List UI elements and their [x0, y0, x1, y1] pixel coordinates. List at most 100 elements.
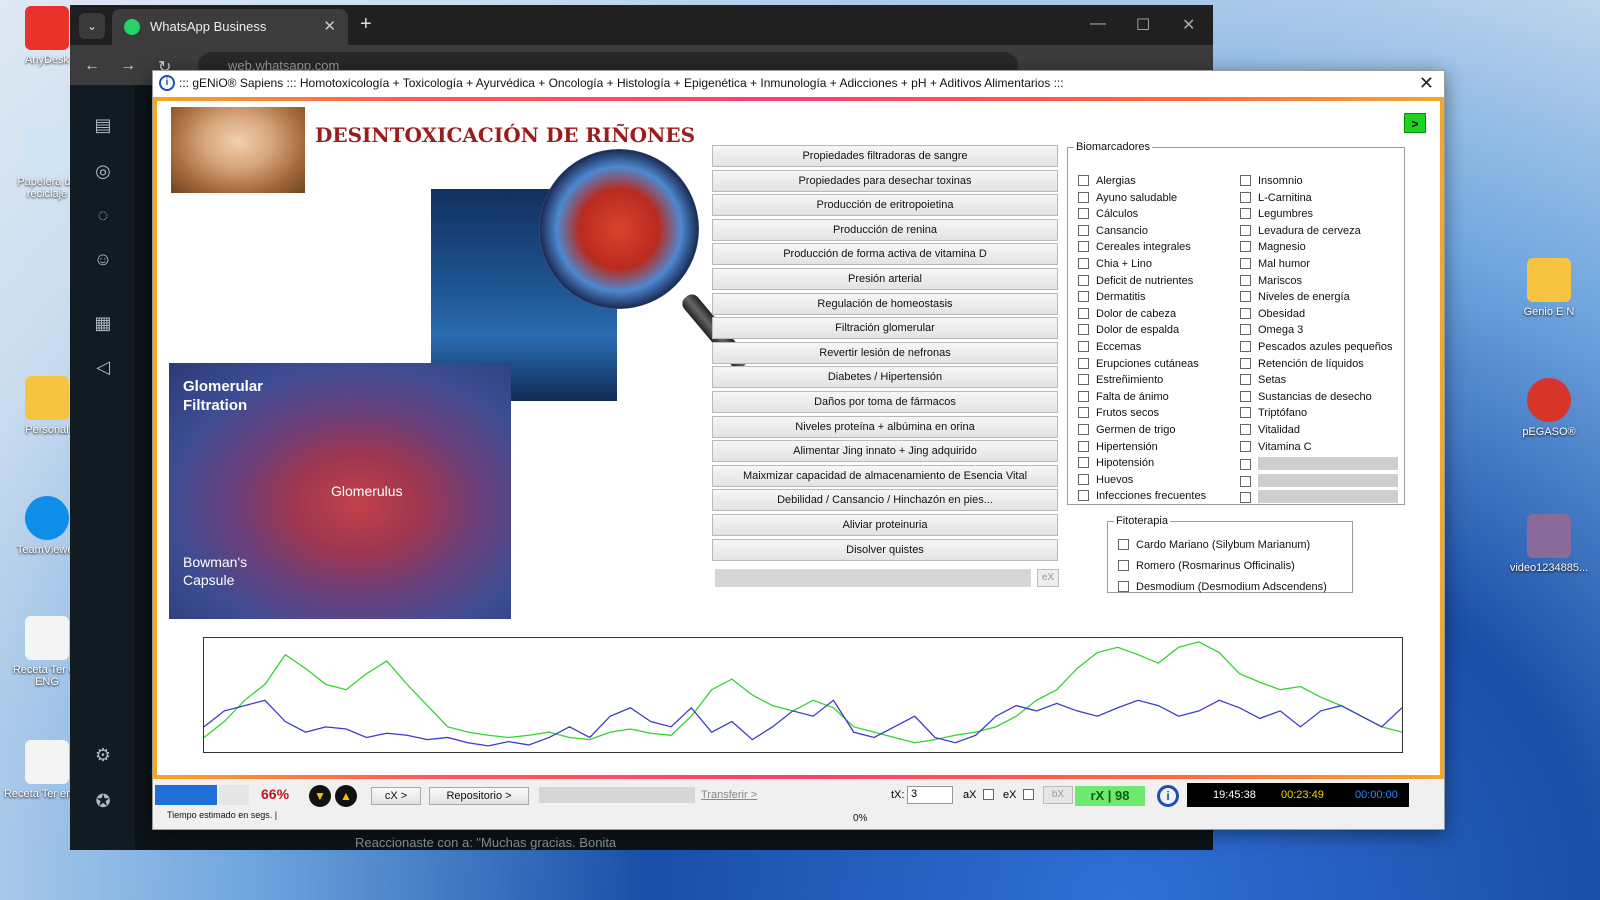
checkbox-item[interactable]: Erupciones cutáneas	[1078, 357, 1199, 372]
status-icon[interactable]: ◎	[90, 161, 116, 187]
checkbox[interactable]	[1078, 307, 1089, 319]
checkbox[interactable]	[1078, 241, 1089, 253]
checkbox-item[interactable]: Pescados azules pequeños	[1240, 341, 1393, 355]
checkbox[interactable]	[1118, 539, 1129, 550]
checkbox-item[interactable]: Mariscos	[1240, 274, 1302, 289]
next-button[interactable]: >	[1404, 113, 1426, 133]
checkbox[interactable]	[1240, 424, 1251, 435]
property-button[interactable]: Diabetes / Hipertensión	[712, 366, 1058, 389]
checkbox[interactable]	[1240, 241, 1251, 253]
checkbox[interactable]	[1240, 492, 1251, 504]
back-button[interactable]: ←	[84, 57, 100, 75]
property-button[interactable]: Propiedades filtradoras de sangre	[712, 145, 1058, 167]
desktop-icon-pegaso[interactable]: pEGASO®	[1504, 378, 1594, 438]
property-button[interactable]: Alimentar Jing innato + Jing adquirido	[712, 440, 1058, 463]
checkbox-item[interactable]: Triptófano	[1240, 407, 1307, 421]
close-icon[interactable]: ✕	[1419, 73, 1434, 94]
checkbox[interactable]	[1240, 390, 1251, 402]
checkbox-item[interactable]: Sustancias de desecho	[1240, 390, 1372, 405]
checkbox-item[interactable]: Huevos	[1078, 473, 1133, 488]
chat-preview[interactable]: Reaccionaste con a: "Muchas gracias. Bon…	[355, 835, 616, 850]
property-button[interactable]: Producción de renina	[712, 218, 1058, 241]
checkbox-item[interactable]: Deficit de nutrientes	[1078, 274, 1193, 289]
checkbox-item[interactable]: Mal humor	[1240, 258, 1310, 272]
checkbox-item[interactable]: Chia + Lino	[1078, 258, 1152, 272]
checkbox-item[interactable]: Romero (Rosmarinus Officinalis)	[1118, 560, 1295, 574]
checkbox-item[interactable]: Vitalidad	[1240, 424, 1300, 438]
minimize-button[interactable]: —	[1090, 15, 1106, 33]
checkbox-item[interactable]: Cereales integrales	[1078, 241, 1191, 255]
ex-checkbox[interactable]	[1023, 789, 1034, 800]
checkbox[interactable]	[1118, 581, 1129, 592]
checkbox[interactable]	[1078, 341, 1089, 352]
checkbox[interactable]	[1078, 390, 1089, 402]
checkbox[interactable]	[1240, 291, 1251, 303]
property-button[interactable]: Disolver quistes	[712, 538, 1058, 561]
checkbox-item[interactable]: Desmodium (Desmodium Adscendens)	[1118, 581, 1327, 595]
close-tab-icon[interactable]: ✕	[323, 17, 336, 35]
chats-icon[interactable]: ▤	[90, 115, 116, 141]
checkbox-item[interactable]: Dolor de cabeza	[1078, 307, 1176, 322]
checkbox-item[interactable]: Hipotensión	[1078, 457, 1154, 471]
property-button[interactable]: Producción de forma activa de vitamina D	[712, 243, 1058, 266]
accessibility-icon[interactable]: ✪	[90, 791, 116, 817]
ex-input-bar[interactable]	[715, 569, 1031, 587]
checkbox-item[interactable]: Omega 3	[1240, 324, 1303, 338]
checkbox[interactable]	[1240, 191, 1251, 203]
checkbox-item[interactable]: Eccemas	[1078, 341, 1141, 355]
checkbox-item[interactable]: Hipertensión	[1078, 440, 1158, 455]
transfer-field[interactable]	[539, 787, 695, 803]
checkbox[interactable]	[1078, 424, 1089, 435]
desktop-icon-video[interactable]: video1234885...	[1504, 514, 1594, 574]
property-button[interactable]: Niveles proteína + albúmina en orina	[712, 415, 1058, 438]
checkbox-item[interactable]	[1240, 490, 1398, 504]
checkbox-item[interactable]	[1240, 473, 1398, 488]
advertise-icon[interactable]: ◁	[90, 357, 116, 383]
close-window-button[interactable]: ✕	[1182, 15, 1195, 35]
info-icon[interactable]: i	[1157, 785, 1179, 807]
checkbox-item[interactable]: Germen de trigo	[1078, 424, 1175, 438]
bx-button[interactable]: bX	[1043, 786, 1073, 804]
checkbox[interactable]	[1118, 560, 1129, 571]
ax-checkbox[interactable]	[983, 789, 994, 800]
checkbox-item[interactable]: Retención de líquidos	[1240, 357, 1364, 372]
checkbox[interactable]	[1078, 208, 1089, 220]
checkbox-item[interactable]: Cardo Mariano (Silybum Marianum)	[1118, 539, 1310, 553]
checkbox[interactable]	[1240, 374, 1251, 386]
checkbox-item[interactable]: Legumbres	[1240, 208, 1313, 222]
repositorio-button[interactable]: Repositorio >	[429, 787, 529, 805]
checkbox[interactable]	[1078, 457, 1089, 469]
property-button[interactable]: Debilidad / Cansancio / Hinchazón en pie…	[712, 489, 1058, 512]
checkbox[interactable]	[1240, 274, 1251, 286]
checkbox-item[interactable]: Magnesio	[1240, 241, 1306, 255]
tab-whatsapp[interactable]: WhatsApp Business ✕	[112, 9, 348, 45]
desktop-icon-genio[interactable]: Genio E N	[1504, 258, 1594, 318]
checkbox-item[interactable]: Setas	[1240, 374, 1286, 388]
checkbox-item[interactable]: L-Carnitina	[1240, 191, 1312, 206]
checkbox[interactable]	[1078, 291, 1089, 303]
property-button[interactable]: Revertir lesión de nefronas	[712, 341, 1058, 364]
checkbox-item[interactable]: Infecciones frecuentes	[1078, 490, 1206, 504]
ex-button[interactable]: eX	[1037, 569, 1059, 587]
checkbox[interactable]	[1240, 357, 1251, 369]
channels-icon[interactable]: ◌	[90, 205, 116, 231]
checkbox-item[interactable]: Dermatitis	[1078, 291, 1146, 305]
checkbox[interactable]	[1240, 440, 1251, 452]
cx-button[interactable]: cX >	[371, 787, 421, 805]
checkbox[interactable]	[1078, 274, 1089, 286]
checkbox-item[interactable]: Frutos secos	[1078, 407, 1159, 421]
tx-stepper[interactable]: 3	[907, 786, 953, 804]
checkbox-item[interactable]: Cálculos	[1078, 208, 1138, 222]
checkbox-item[interactable]: Vitamina C	[1240, 440, 1312, 455]
checkbox-item[interactable]: Estreñimiento	[1078, 374, 1163, 388]
property-button[interactable]: Regulación de homeostasis	[712, 292, 1058, 315]
checkbox[interactable]	[1078, 374, 1089, 386]
settings-icon[interactable]: ⚙	[90, 745, 116, 771]
property-button[interactable]: Aliviar proteinuria	[712, 513, 1058, 536]
property-button[interactable]: Producción de eritropoietina	[712, 194, 1058, 217]
checkbox[interactable]	[1240, 258, 1251, 269]
maximize-button[interactable]: ☐	[1136, 15, 1150, 35]
checkbox[interactable]	[1240, 208, 1251, 220]
checkbox-item[interactable]: Dolor de espalda	[1078, 324, 1179, 338]
checkbox[interactable]	[1240, 224, 1251, 236]
